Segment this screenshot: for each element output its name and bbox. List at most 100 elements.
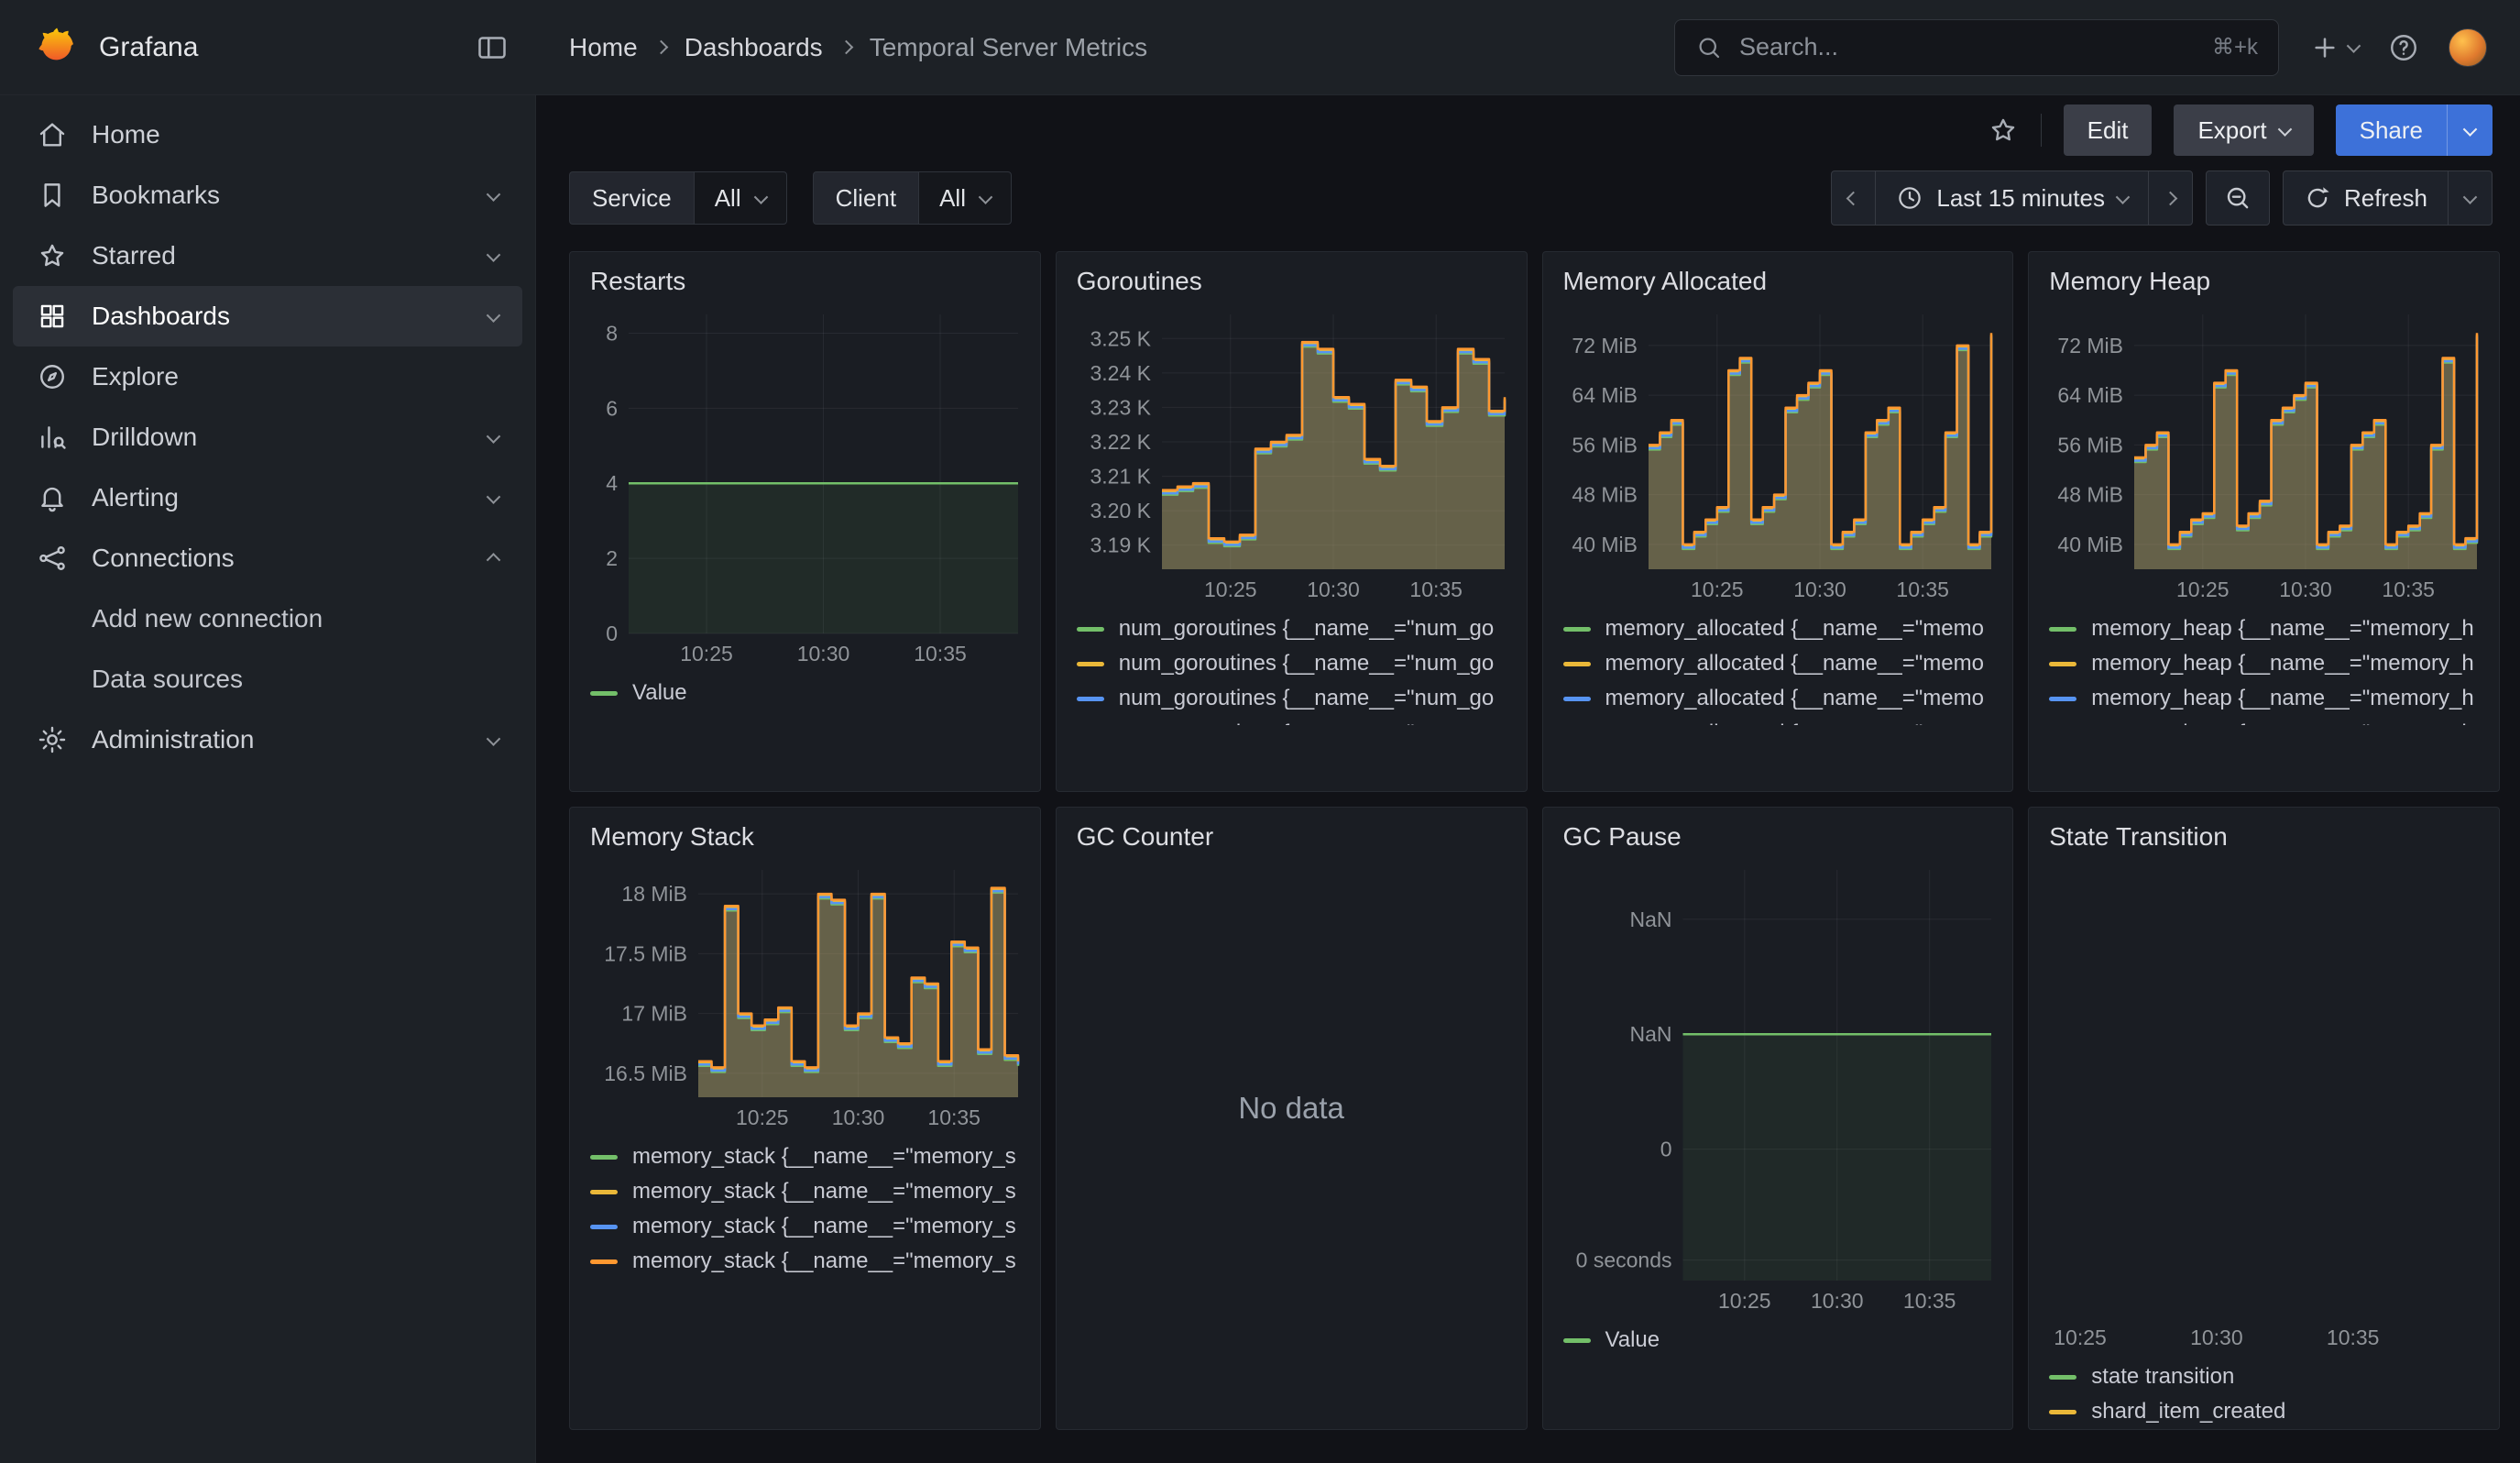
sidebar-item-bookmarks[interactable]: Bookmarks (13, 165, 522, 226)
chevron-down-icon (487, 308, 501, 323)
star-icon (37, 240, 68, 271)
sidebar-item-label: Administration (92, 725, 254, 754)
legend-item[interactable]: memory_heap {__name__="memory_h (2049, 716, 2479, 725)
panel-title[interactable]: GC Counter (1077, 822, 1507, 852)
legend-item[interactable]: state transition (2049, 1359, 2479, 1394)
star-dashboard-button[interactable] (1988, 115, 2019, 146)
zoom-out-button[interactable] (2206, 170, 2270, 226)
legend-item[interactable]: memory_heap {__name__="memory_h (2049, 611, 2479, 646)
panel-title[interactable]: State Transition (2049, 822, 2479, 852)
sidebar-toggle-button[interactable] (476, 31, 509, 64)
panel-chart[interactable]: 10:2510:3010:35 (2049, 861, 2484, 1356)
add-menu-button[interactable] (2310, 33, 2359, 62)
panel-title[interactable]: Goroutines (1077, 267, 1507, 296)
panel-chart[interactable]: 0246810:2510:3010:35 (590, 305, 1025, 672)
sidebar-item-data-sources[interactable]: Data sources (13, 649, 522, 710)
legend-item[interactable]: memory_allocated {__name__="memo (1563, 611, 1993, 646)
time-range-picker[interactable]: Last 15 minutes (1875, 170, 2149, 226)
panel-legend: state transition shard_item_created (2049, 1359, 2479, 1429)
legend-series-dash (590, 1260, 618, 1264)
help-button[interactable] (2388, 32, 2419, 63)
breadcrumb-home[interactable]: Home (569, 33, 638, 62)
share-menu-button[interactable] (2447, 104, 2493, 156)
legend-item[interactable]: num_goroutines {__name__="num_go (1077, 681, 1507, 716)
panel-gc-pause: GC Pause NaNNaN00 seconds10:2510:3010:35 V… (1542, 807, 2014, 1430)
search-input[interactable]: Search... ⌘+k (1674, 19, 2279, 76)
panel-chart[interactable]: 18 MiB17.5 MiB17 MiB16.5 MiB10:2510:3010… (590, 861, 1025, 1136)
sidebar-item-explore[interactable]: Explore (13, 346, 522, 407)
legend-item[interactable]: memory_heap {__name__="memory_h (2049, 646, 2479, 681)
panel-title[interactable]: Restarts (590, 267, 1020, 296)
legend-item[interactable]: memory_heap {__name__="memory_h (2049, 681, 2479, 716)
legend-item[interactable]: memory_allocated {__name__="memo (1563, 646, 1993, 681)
legend-item[interactable]: memory_stack {__name__="memory_s (590, 1244, 1020, 1279)
chevron-up-icon (487, 553, 501, 567)
panel-chart[interactable]: 3.25 K3.24 K3.23 K3.22 K3.21 K3.20 K3.19… (1077, 305, 1512, 608)
legend-item[interactable]: memory_stack {__name__="memory_s (590, 1209, 1020, 1244)
legend-series-label: Value (632, 680, 687, 706)
panel-title[interactable]: Memory Allocated (1563, 267, 1993, 296)
legend-series-dash (1077, 662, 1104, 666)
chevron-left-icon (1846, 191, 1861, 205)
legend-series-label: shard_item_created (2091, 1399, 2285, 1424)
svg-text:10:35: 10:35 (1896, 578, 1949, 601)
legend-item[interactable]: memory_stack {__name__="memory_s (590, 1139, 1020, 1174)
sidebar-item-dashboards[interactable]: Dashboards (13, 286, 522, 346)
sidebar-item-add-new-connection[interactable]: Add new connection (13, 588, 522, 649)
time-shift-forward-button[interactable] (2148, 170, 2193, 226)
refresh-interval-button[interactable] (2448, 170, 2493, 226)
svg-text:2: 2 (606, 546, 618, 570)
svg-text:3.23 K: 3.23 K (1090, 395, 1151, 419)
legend-item[interactable]: memory_allocated {__name__="memo (1563, 716, 1993, 725)
legend-item[interactable]: num_goroutines {__name__="num_go (1077, 646, 1507, 681)
chevron-right-icon (2164, 191, 2178, 205)
panel-chart[interactable]: 72 MiB64 MiB56 MiB48 MiB40 MiB10:2510:30… (2049, 305, 2484, 608)
legend-item[interactable]: Value (1563, 1323, 1993, 1358)
service-filter-value[interactable]: All (694, 171, 787, 225)
search-icon (1695, 34, 1723, 61)
panel-title[interactable]: Memory Stack (590, 822, 1020, 852)
time-shift-back-button[interactable] (1831, 170, 1876, 226)
panel-chart[interactable]: 72 MiB64 MiB56 MiB48 MiB40 MiB10:2510:30… (1563, 305, 1999, 608)
sidebar-item-alerting[interactable]: Alerting (13, 468, 522, 528)
search-placeholder: Search... (1739, 33, 1838, 61)
legend-item[interactable]: num_goroutines {__name__="num_go (1077, 716, 1507, 725)
svg-text:48 MiB: 48 MiB (1572, 483, 1638, 507)
avatar[interactable] (2449, 28, 2487, 67)
svg-text:10:35: 10:35 (2327, 1326, 2380, 1349)
client-filter-value[interactable]: All (918, 171, 1012, 225)
sidebar-item-label: Drilldown (92, 423, 197, 452)
legend-series-label: memory_allocated {__name__="memo (1605, 686, 1984, 711)
refresh-group: Refresh (2283, 170, 2493, 226)
sidebar-item-label: Bookmarks (92, 181, 220, 210)
share-button[interactable]: Share (2336, 104, 2447, 156)
legend-item[interactable]: num_goroutines {__name__="num_go (1077, 611, 1507, 646)
export-button[interactable]: Export (2174, 104, 2313, 156)
grafana-logo (35, 27, 77, 69)
refresh-icon (2304, 184, 2331, 212)
sidebar-item-starred[interactable]: Starred (13, 226, 522, 286)
legend-item[interactable]: memory_stack {__name__="memory_s (590, 1174, 1020, 1209)
edit-button[interactable]: Edit (2064, 104, 2153, 156)
sidebar-item-administration[interactable]: Administration (13, 710, 522, 770)
breadcrumb-dashboards[interactable]: Dashboards (685, 33, 823, 62)
svg-text:3.22 K: 3.22 K (1090, 430, 1151, 454)
refresh-button[interactable]: Refresh (2283, 170, 2449, 226)
sidebar-item-connections[interactable]: Connections (13, 528, 522, 588)
legend-series-label: memory_allocated {__name__="memo (1605, 651, 1984, 676)
legend-item[interactable]: shard_item_created (2049, 1394, 2479, 1429)
chevron-down-icon (487, 248, 501, 262)
legend-item[interactable]: Value (590, 676, 1020, 710)
svg-text:8: 8 (606, 321, 618, 345)
nav-actions (2279, 28, 2520, 67)
chevron-down-icon (753, 190, 768, 204)
legend-item[interactable]: memory_allocated {__name__="memo (1563, 681, 1993, 716)
panel-title[interactable]: GC Pause (1563, 822, 1993, 852)
panel-chart[interactable]: NaNNaN00 seconds10:2510:3010:35 (1563, 861, 1999, 1319)
sidebar-item-drilldown[interactable]: Drilldown (13, 407, 522, 468)
svg-text:72 MiB: 72 MiB (2058, 334, 2124, 358)
sidebar-item-label: Add new connection (92, 604, 323, 633)
sidebar-item-home[interactable]: Home (13, 104, 522, 165)
svg-text:10:30: 10:30 (2279, 578, 2332, 601)
panel-title[interactable]: Memory Heap (2049, 267, 2479, 296)
